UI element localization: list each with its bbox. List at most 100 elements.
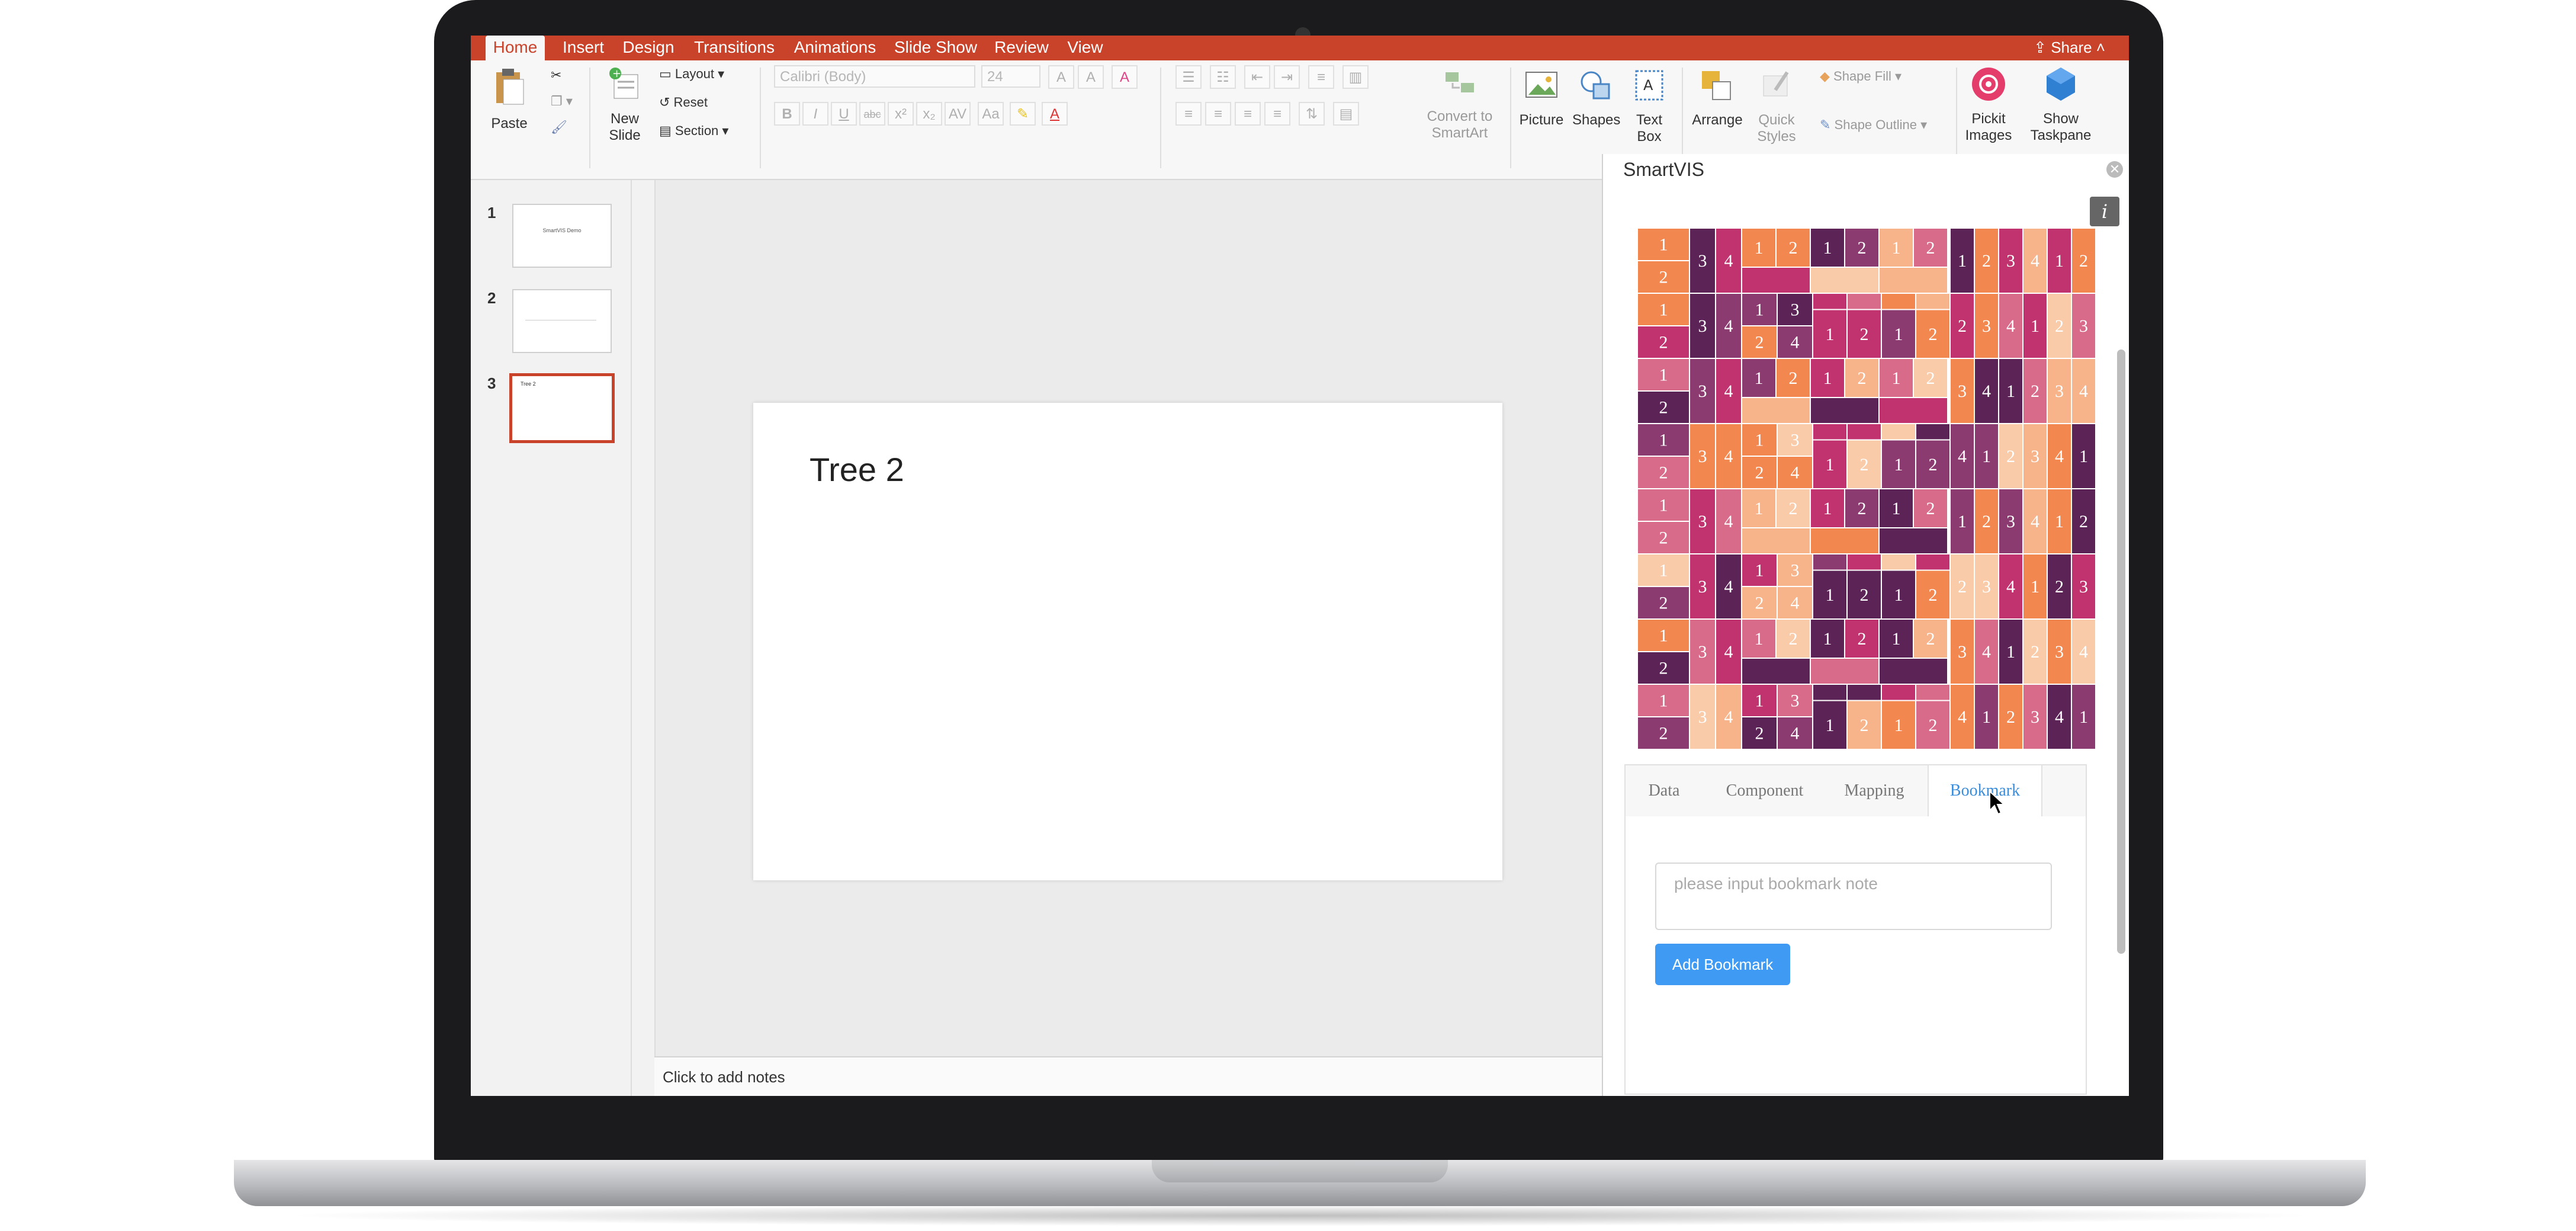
tab-view[interactable]: View: [1063, 36, 1107, 60]
treemap-cell[interactable]: [1881, 684, 1916, 701]
highlight-icon[interactable]: ✎: [1010, 102, 1036, 126]
superscript-icon[interactable]: x²: [888, 102, 914, 126]
treemap-cell[interactable]: [1915, 293, 1951, 310]
info-icon[interactable]: i: [2090, 197, 2119, 226]
section-button[interactable]: ▤ Section ▾: [659, 123, 728, 139]
notes-pane[interactable]: Click to add notes: [654, 1056, 1602, 1096]
treemap-cell[interactable]: [1881, 423, 1916, 441]
treemap-cell[interactable]: [1741, 267, 1811, 294]
close-icon[interactable]: ✕: [2106, 161, 2123, 178]
treemap-cell[interactable]: [1878, 658, 1948, 685]
treemap-cell[interactable]: [1915, 553, 1951, 571]
pickit-images-button[interactable]: Pickit Images: [1962, 65, 2015, 144]
scrollbar[interactable]: [2117, 350, 2125, 954]
treemap-visualization[interactable]: 123 41 2 1 2 1 21 2 3 4 1 2123 41 32 4 1 2 1 2 2 3 4 1 2 3123 41 2…: [1637, 228, 2096, 749]
treemap-cell[interactable]: [1812, 553, 1848, 571]
change-case-icon[interactable]: Aa: [978, 102, 1004, 126]
slide-title[interactable]: Tree 2: [810, 450, 904, 489]
tab-insert[interactable]: Insert: [560, 36, 607, 60]
layout-button[interactable]: ▭ Layout ▾: [659, 66, 724, 82]
columns-icon[interactable]: ▥: [1342, 65, 1369, 89]
slide-thumbnail-3[interactable]: Tree 2: [509, 373, 615, 443]
shape-fill-button[interactable]: ◆ Shape Fill ▾: [1820, 69, 1902, 84]
treemap-cell[interactable]: [1810, 397, 1880, 424]
treemap-cell[interactable]: [1812, 293, 1848, 310]
strikethrough-icon[interactable]: abc: [859, 102, 885, 126]
reset-button[interactable]: ↺ Reset: [659, 95, 708, 110]
tab-data[interactable]: Data: [1626, 765, 1703, 816]
align-text-icon[interactable]: ▤: [1333, 102, 1359, 126]
justify-icon[interactable]: ≡: [1264, 102, 1290, 126]
clear-format-icon[interactable]: A: [1112, 65, 1138, 89]
decrease-indent-icon[interactable]: ⇤: [1244, 65, 1270, 89]
treemap-cell[interactable]: [1846, 293, 1882, 310]
treemap-cell[interactable]: [1810, 658, 1880, 685]
tab-mapping[interactable]: Mapping: [1827, 765, 1922, 816]
shrink-font-icon[interactable]: A: [1078, 65, 1104, 89]
treemap-cell[interactable]: [1915, 684, 1951, 701]
treemap-cell-label: 3: [2055, 382, 2064, 401]
treemap-cell[interactable]: [1741, 527, 1811, 554]
tab-transitions[interactable]: Transitions: [690, 36, 779, 60]
align-left-icon[interactable]: ≡: [1175, 102, 1202, 126]
grow-font-icon[interactable]: A: [1048, 65, 1074, 89]
slide-thumbnail-2[interactable]: [512, 289, 612, 353]
treemap-cell[interactable]: [1741, 397, 1811, 424]
treemap-cell[interactable]: [1810, 267, 1880, 294]
treemap-cell-label: 1: [1892, 629, 1901, 649]
treemap-cell[interactable]: [1878, 527, 1948, 554]
treemap-cell[interactable]: [1741, 658, 1811, 685]
treemap-cell[interactable]: [1881, 553, 1916, 571]
copy-icon[interactable]: ❐ ▾: [551, 94, 573, 109]
shape-outline-button[interactable]: ✎ Shape Outline ▾: [1820, 117, 1927, 133]
arrange-button[interactable]: Arrange: [1691, 66, 1744, 129]
treemap-cell[interactable]: [1881, 293, 1916, 310]
align-right-icon[interactable]: ≡: [1235, 102, 1261, 126]
treemap-cell[interactable]: [1810, 527, 1880, 554]
tab-review[interactable]: Review: [992, 36, 1051, 60]
convert-smartart-button[interactable]: Convert to SmartArt: [1424, 65, 1495, 142]
paste-button[interactable]: Paste: [483, 66, 536, 132]
char-spacing-icon[interactable]: AV: [945, 102, 971, 126]
shapes-button[interactable]: Shapes: [1572, 66, 1620, 129]
tab-slide-show[interactable]: Slide Show: [891, 36, 980, 60]
underline-icon[interactable]: U: [831, 102, 857, 126]
quick-styles-button[interactable]: Quick Styles: [1750, 66, 1803, 145]
font-color-icon[interactable]: A: [1042, 102, 1068, 126]
align-center-icon[interactable]: ≡: [1205, 102, 1231, 126]
tab-design[interactable]: Design: [619, 36, 678, 60]
treemap-cell[interactable]: [1812, 423, 1848, 441]
increase-indent-icon[interactable]: ⇥: [1274, 65, 1300, 89]
add-bookmark-button[interactable]: Add Bookmark: [1655, 944, 1790, 985]
treemap-cell[interactable]: [1846, 553, 1882, 571]
line-spacing-icon[interactable]: ≡: [1308, 65, 1334, 89]
treemap-cell[interactable]: [1878, 267, 1948, 294]
slide-thumbnail-1[interactable]: SmartVIS Demo: [512, 204, 612, 268]
cut-icon[interactable]: ✂: [551, 68, 561, 83]
tab-animations[interactable]: Animations: [791, 36, 879, 60]
text-direction-icon[interactable]: ⇅: [1299, 102, 1325, 126]
bullets-icon[interactable]: ☰: [1175, 65, 1202, 89]
show-taskpane-button[interactable]: Show Taskpane: [2025, 65, 2096, 144]
treemap-cell[interactable]: [1846, 423, 1882, 441]
subscript-icon[interactable]: x₂: [916, 102, 942, 126]
slide-canvas[interactable]: Tree 2: [753, 403, 1502, 880]
treemap-cell[interactable]: [1846, 684, 1882, 701]
numbering-icon[interactable]: ☷: [1210, 65, 1236, 89]
font-name-select[interactable]: Calibri (Body): [774, 65, 975, 88]
share-button[interactable]: ⇪ Share ˄: [2034, 36, 2105, 60]
font-size-select[interactable]: 24: [981, 65, 1040, 88]
tab-home[interactable]: Home: [486, 36, 545, 60]
bookmark-note-input[interactable]: [1655, 863, 2052, 930]
bold-icon[interactable]: B: [774, 102, 800, 126]
picture-button[interactable]: Picture: [1518, 66, 1565, 129]
treemap-cell[interactable]: [1915, 423, 1951, 441]
format-painter-icon[interactable]: 🖌: [551, 120, 567, 135]
textbox-button[interactable]: A Text Box: [1626, 66, 1673, 145]
tab-bookmark[interactable]: Bookmark: [1928, 765, 2042, 819]
italic-icon[interactable]: I: [802, 102, 828, 126]
tab-component[interactable]: Component: [1714, 765, 1815, 816]
new-slide-button[interactable]: + New Slide: [601, 65, 648, 144]
treemap-cell[interactable]: [1878, 397, 1948, 424]
treemap-cell[interactable]: [1812, 684, 1848, 701]
